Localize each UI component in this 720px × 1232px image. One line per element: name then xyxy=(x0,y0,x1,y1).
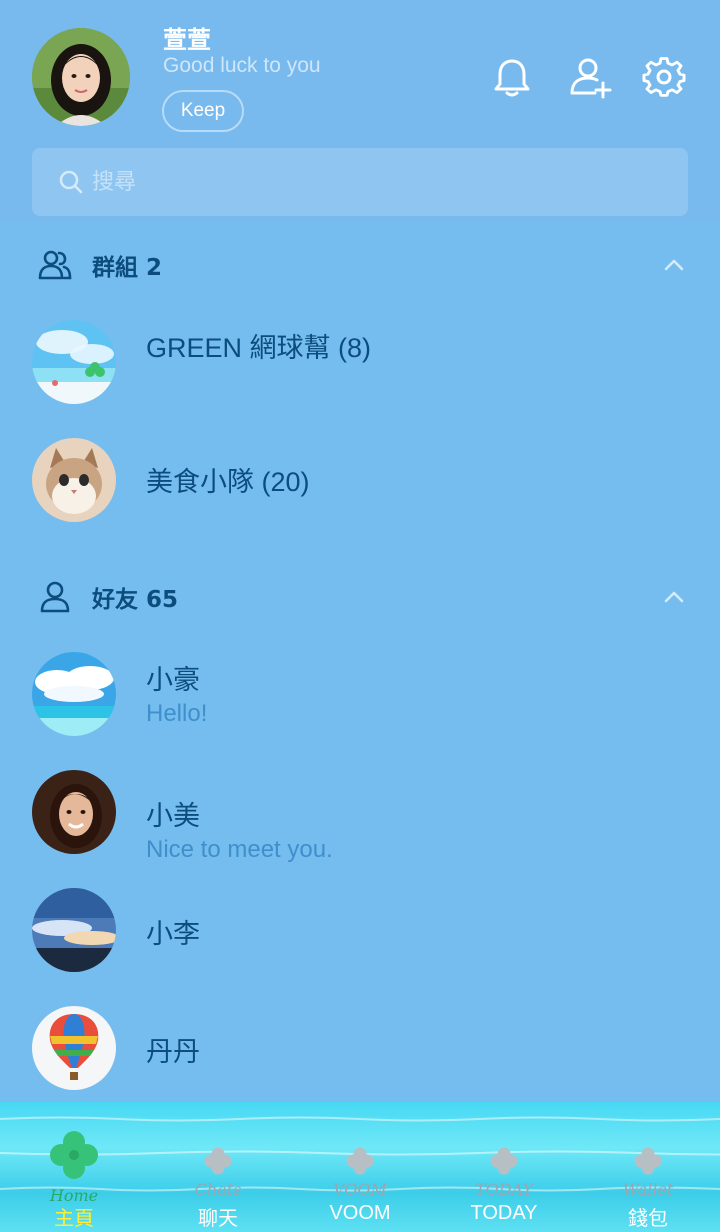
clover-icon xyxy=(346,1147,374,1175)
nav-today-tab[interactable]: TODAY TODAY xyxy=(432,1102,576,1232)
nav-today-label: TODAY xyxy=(470,1202,538,1224)
clover-icon xyxy=(50,1131,98,1179)
friend-icon xyxy=(40,581,70,613)
nav-voom-label: VOOM xyxy=(329,1202,391,1224)
group-item[interactable]: 美食小隊 (20) xyxy=(0,424,720,534)
clover-icon xyxy=(634,1147,662,1175)
friend-avatar xyxy=(32,888,116,972)
friend-avatar xyxy=(32,652,116,736)
nav-chats-label: 聊天 xyxy=(198,1208,238,1230)
search-icon xyxy=(59,170,83,194)
friend-name: 小李 xyxy=(146,919,200,949)
nav-wallet-tab[interactable]: Wallet 錢包 xyxy=(576,1102,720,1232)
search-input[interactable] xyxy=(92,169,652,195)
friend-name: 小美 xyxy=(146,801,200,831)
gear-icon[interactable] xyxy=(642,55,686,99)
nav-chats-tab[interactable]: Chats 聊天 xyxy=(146,1102,290,1232)
friend-item[interactable]: 丹丹 xyxy=(0,992,720,1102)
group-name: 美食小隊 (20) xyxy=(146,467,310,497)
group-avatar xyxy=(32,320,116,404)
group-icon xyxy=(38,250,72,280)
profile-name: 萱萱 xyxy=(163,26,211,54)
group-name: GREEN 網球幫 (8) xyxy=(146,333,372,363)
chevron-up-icon[interactable] xyxy=(662,585,686,609)
nav-wallet-script-label: Wallet xyxy=(622,1180,674,1199)
friend-item[interactable]: 小李 xyxy=(0,874,720,984)
keep-button[interactable]: Keep xyxy=(162,90,244,132)
profile-avatar[interactable] xyxy=(32,28,130,126)
search-bar[interactable] xyxy=(32,148,688,216)
profile-status-message: Good luck to you xyxy=(163,54,321,77)
nav-voom-tab[interactable]: VOOM VOOM xyxy=(288,1102,432,1232)
friend-avatar xyxy=(32,1006,116,1090)
nav-chats-script-label: Chats xyxy=(194,1180,242,1199)
clover-icon xyxy=(490,1147,518,1175)
nav-home-tab[interactable]: Home 主頁 xyxy=(2,1102,146,1232)
friend-item[interactable]: 小豪 Hello! xyxy=(0,638,720,748)
bottom-navigation: Home 主頁 Chats 聊天 VOOM VOOM TODAY TODAY W… xyxy=(0,1102,720,1232)
friend-item[interactable]: 小美 Nice to meet you. xyxy=(0,756,720,866)
friend-name: 丹丹 xyxy=(146,1037,200,1067)
friend-status-message: Hello! xyxy=(146,700,208,727)
add-friend-icon[interactable] xyxy=(568,55,612,99)
clover-icon xyxy=(204,1147,232,1175)
friend-avatar xyxy=(32,770,116,854)
chevron-up-icon[interactable] xyxy=(662,253,686,277)
nav-voom-script-label: VOOM xyxy=(333,1180,387,1199)
profile-header: 萱萱 Good luck to you Keep xyxy=(0,0,720,222)
nav-home-label: 主頁 xyxy=(54,1208,94,1230)
bell-icon[interactable] xyxy=(490,55,534,99)
nav-wallet-label: 錢包 xyxy=(628,1208,668,1230)
group-avatar xyxy=(32,438,116,522)
friend-status-message: Nice to meet you. xyxy=(146,836,333,863)
friends-section-title: 好友 65 xyxy=(92,587,179,613)
group-item[interactable]: GREEN 網球幫 (8) xyxy=(0,306,720,416)
friend-name: 小豪 xyxy=(146,665,200,695)
nav-today-script-label: TODAY xyxy=(474,1180,534,1199)
groups-section-header[interactable]: 群組 2 xyxy=(0,240,720,290)
groups-section-title: 群組 2 xyxy=(92,255,163,281)
friends-section-header[interactable]: 好友 65 xyxy=(0,572,720,622)
